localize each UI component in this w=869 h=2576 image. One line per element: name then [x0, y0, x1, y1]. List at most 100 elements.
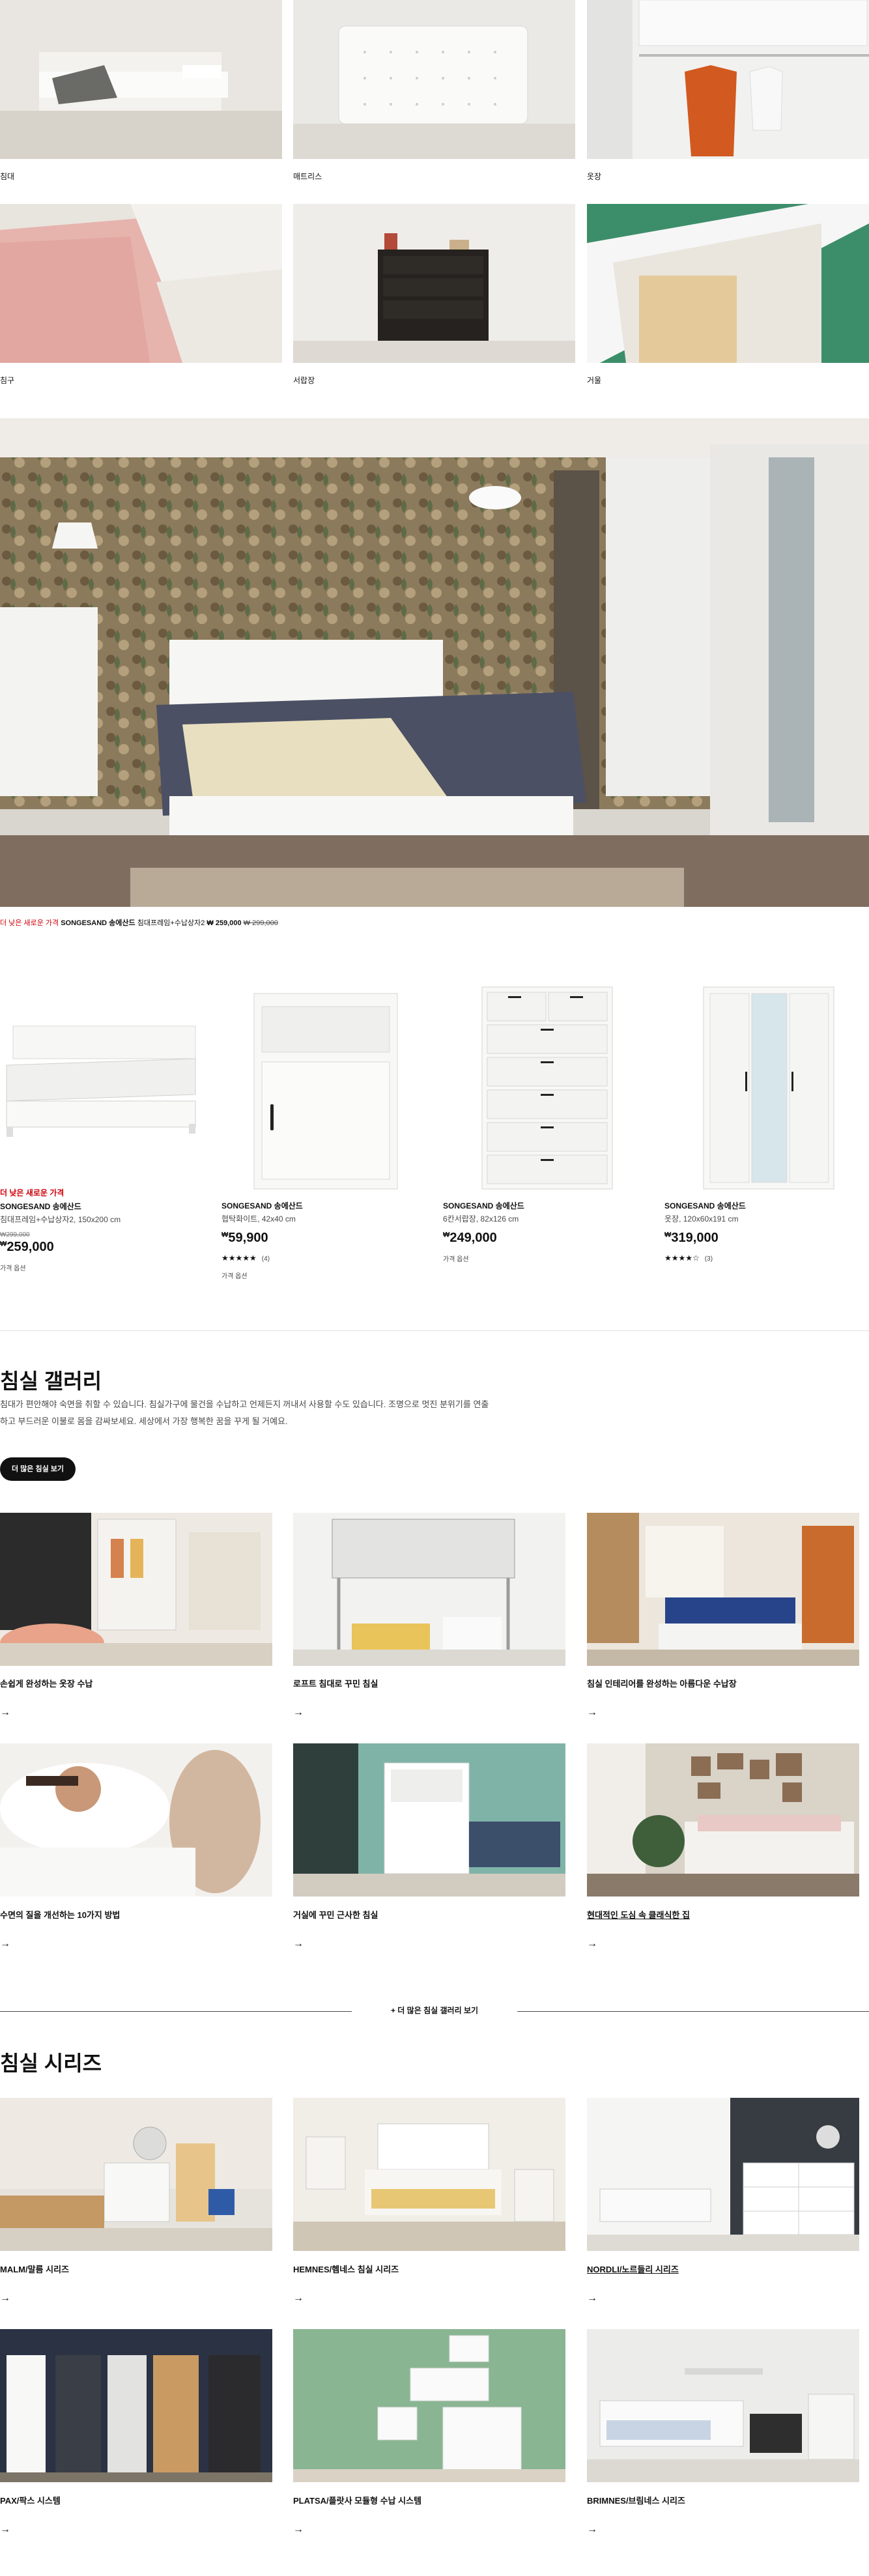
product-note[interactable]: 가격 옵션 — [0, 1263, 208, 1272]
product-desc: 침대프레임+수납상자2, 150x200 cm — [0, 1215, 121, 1224]
category-image-mirror[interactable] — [587, 204, 869, 363]
gallery-card-title[interactable]: 현대적인 도심 속 클래식한 집 — [587, 1908, 690, 1921]
section-divider — [0, 1330, 869, 1331]
product-price-value: 249,000 — [449, 1231, 497, 1245]
arrow-right-icon[interactable]: → — [293, 2524, 304, 2536]
category-label-mattress[interactable]: 매트리스 — [293, 171, 322, 182]
series-image-platsa[interactable] — [293, 2329, 565, 2482]
review-count: (3) — [704, 1255, 713, 1263]
category-image-bedding[interactable] — [0, 204, 282, 363]
star-icons: ★★★★☆ — [664, 1253, 700, 1263]
product-desc: 6칸서랍장, 82x126 cm — [443, 1214, 519, 1224]
arrow-right-icon[interactable]: → — [0, 1707, 10, 1719]
series-card-title[interactable]: HEMNES/헴네스 침실 시리즈 — [293, 2263, 399, 2275]
product-card-wardrobe[interactable]: SONGESAND 송에산드 옷장, 120x60x191 cm ₩319,00… — [664, 1200, 869, 1270]
gallery-image-wardrobe-storage[interactable] — [0, 1513, 272, 1666]
product-desc: 옷장, 120x60x191 cm — [664, 1214, 739, 1224]
series-image-pax[interactable] — [0, 2329, 272, 2482]
arrow-right-icon[interactable]: → — [587, 1707, 597, 1719]
category-label-bedding[interactable]: 침구 — [0, 375, 14, 386]
product-image-wardrobe[interactable] — [664, 980, 869, 1195]
arrow-right-icon[interactable]: → — [0, 1938, 10, 1950]
product-image-drawers[interactable] — [443, 980, 651, 1195]
series-title: 침실 시리즈 — [0, 2052, 102, 2075]
product-card-drawers[interactable]: SONGESAND 송에산드 6칸서랍장, 82x126 cm ₩249,000… — [443, 1200, 651, 1263]
series-card-title[interactable]: PAX/팍스 시스템 — [0, 2494, 61, 2506]
arrow-right-icon[interactable]: → — [293, 1938, 304, 1950]
gallery-card-title[interactable]: 손쉽게 완성하는 옷장 수납 — [0, 1677, 93, 1689]
star-icons: ★★★★★ — [221, 1253, 257, 1263]
gallery-card-title[interactable]: 침실 인테리어를 완성하는 아름다운 수납장 — [587, 1677, 737, 1689]
gallery-card-title[interactable]: 거실에 꾸민 근사한 침실 — [293, 1908, 378, 1921]
arrow-right-icon[interactable]: → — [587, 2293, 597, 2304]
product-price-value: 319,000 — [671, 1231, 719, 1245]
arrow-right-icon[interactable]: → — [293, 1707, 304, 1719]
product-image-bed[interactable] — [0, 980, 202, 1195]
product-name[interactable]: SONGESAND 송에산드 — [0, 1201, 208, 1212]
hero-bedroom-image[interactable] — [0, 418, 869, 907]
arrow-right-icon[interactable]: → — [293, 2293, 304, 2304]
product-price: ₩319,000 — [664, 1231, 869, 1246]
product-price: ₩249,000 — [443, 1231, 651, 1246]
gallery-card-title[interactable]: 수면의 질을 개선하는 10가지 방법 — [0, 1908, 120, 1921]
hero-badge: 더 낮은 새로운 가격 — [0, 919, 59, 927]
product-image-nightstand[interactable] — [221, 980, 430, 1195]
gallery-card-title[interactable]: 로프트 침대로 꾸민 침실 — [293, 1677, 378, 1689]
more-gallery-link[interactable]: + 더 많은 침실 갤러리 보기 — [358, 2005, 511, 2016]
arrow-right-icon[interactable]: → — [587, 1938, 597, 1950]
category-image-chest[interactable] — [293, 204, 575, 363]
product-price-value: 259,000 — [7, 1240, 54, 1254]
category-image-bed[interactable] — [0, 0, 282, 159]
gallery-image-classic-home[interactable] — [587, 1743, 859, 1896]
hero-price: ₩ 259,000 — [207, 919, 242, 927]
currency-symbol: ₩ — [221, 1231, 229, 1239]
series-card-title[interactable]: MALM/말름 시리즈 — [0, 2263, 69, 2275]
product-price-value: 59,900 — [228, 1231, 268, 1245]
series-image-hemnes[interactable] — [293, 2098, 565, 2251]
category-label-mirror[interactable]: 거울 — [587, 375, 601, 386]
hero-old-price: ₩ 299,000 — [243, 919, 278, 927]
more-divider-right — [517, 2011, 869, 2012]
category-image-mattress[interactable] — [293, 0, 575, 159]
product-note[interactable]: 가격 옵션 — [221, 1270, 430, 1280]
arrow-right-icon[interactable]: → — [0, 2293, 10, 2304]
product-card-nightstand[interactable]: SONGESAND 송에산드 협탁화이트, 42x40 cm ₩59,900 ★… — [221, 1200, 430, 1280]
product-card-bed[interactable]: 더 낮은 새로운 가격 SONGESAND 송에산드 침대프레임+수납상자2, … — [0, 1187, 208, 1272]
rating-stars[interactable]: ★★★★★ (4) — [221, 1253, 430, 1263]
product-badge: 더 낮은 새로운 가격 — [0, 1188, 64, 1197]
product-price: ₩59,900 — [221, 1231, 430, 1246]
currency-symbol: ₩ — [443, 1231, 450, 1239]
product-name[interactable]: SONGESAND 송에산드 — [664, 1200, 869, 1211]
series-image-malm[interactable] — [0, 2098, 272, 2251]
gallery-image-storage-bedroom[interactable] — [587, 1513, 859, 1666]
arrow-right-icon[interactable]: → — [0, 2524, 10, 2536]
arrow-right-icon[interactable]: → — [587, 2524, 597, 2536]
series-card-title[interactable]: PLATSA/플랏사 모듈형 수납 시스템 — [293, 2494, 421, 2506]
gallery-image-living-bedroom[interactable] — [293, 1743, 565, 1896]
series-image-brimnes[interactable] — [587, 2329, 859, 2482]
currency-symbol: ₩ — [0, 1240, 7, 1248]
product-name[interactable]: SONGESAND 송에산드 — [221, 1200, 430, 1211]
gallery-image-loft-bed[interactable] — [293, 1513, 565, 1666]
review-count: (4) — [261, 1255, 270, 1263]
category-image-wardrobe[interactable] — [587, 0, 869, 159]
product-note[interactable]: 가격 옵션 — [443, 1253, 651, 1263]
hero-product-name: SONGESAND 송에산드 — [61, 919, 135, 927]
currency-symbol: ₩ — [664, 1231, 672, 1239]
more-bedrooms-button[interactable]: 더 많은 침실 보기 — [0, 1457, 76, 1481]
category-label-chest[interactable]: 서랍장 — [293, 375, 315, 386]
category-label-bed[interactable]: 침대 — [0, 171, 14, 182]
product-price: ₩259,000 — [0, 1240, 208, 1255]
category-label-wardrobe[interactable]: 옷장 — [587, 171, 601, 182]
rating-stars[interactable]: ★★★★☆ (3) — [664, 1253, 869, 1263]
product-name[interactable]: SONGESAND 송에산드 — [443, 1200, 651, 1211]
hero-product-desc: 침대프레임+수납상자2 — [137, 919, 205, 927]
series-image-nordli[interactable] — [587, 2098, 859, 2251]
series-card-title[interactable]: BRIMNES/브림네스 시리즈 — [587, 2494, 685, 2506]
hero-product-caption[interactable]: 더 낮은 새로운 가격 SONGESAND 송에산드 침대프레임+수납상자2 ₩… — [0, 917, 278, 928]
series-card-title[interactable]: NORDLI/노르들리 시리즈 — [587, 2263, 679, 2275]
product-desc: 협탁화이트, 42x40 cm — [221, 1214, 296, 1224]
more-divider-left — [0, 2011, 352, 2012]
gallery-image-sleep-tips[interactable] — [0, 1743, 272, 1896]
gallery-title: 침실 갤러리 — [0, 1369, 102, 1393]
